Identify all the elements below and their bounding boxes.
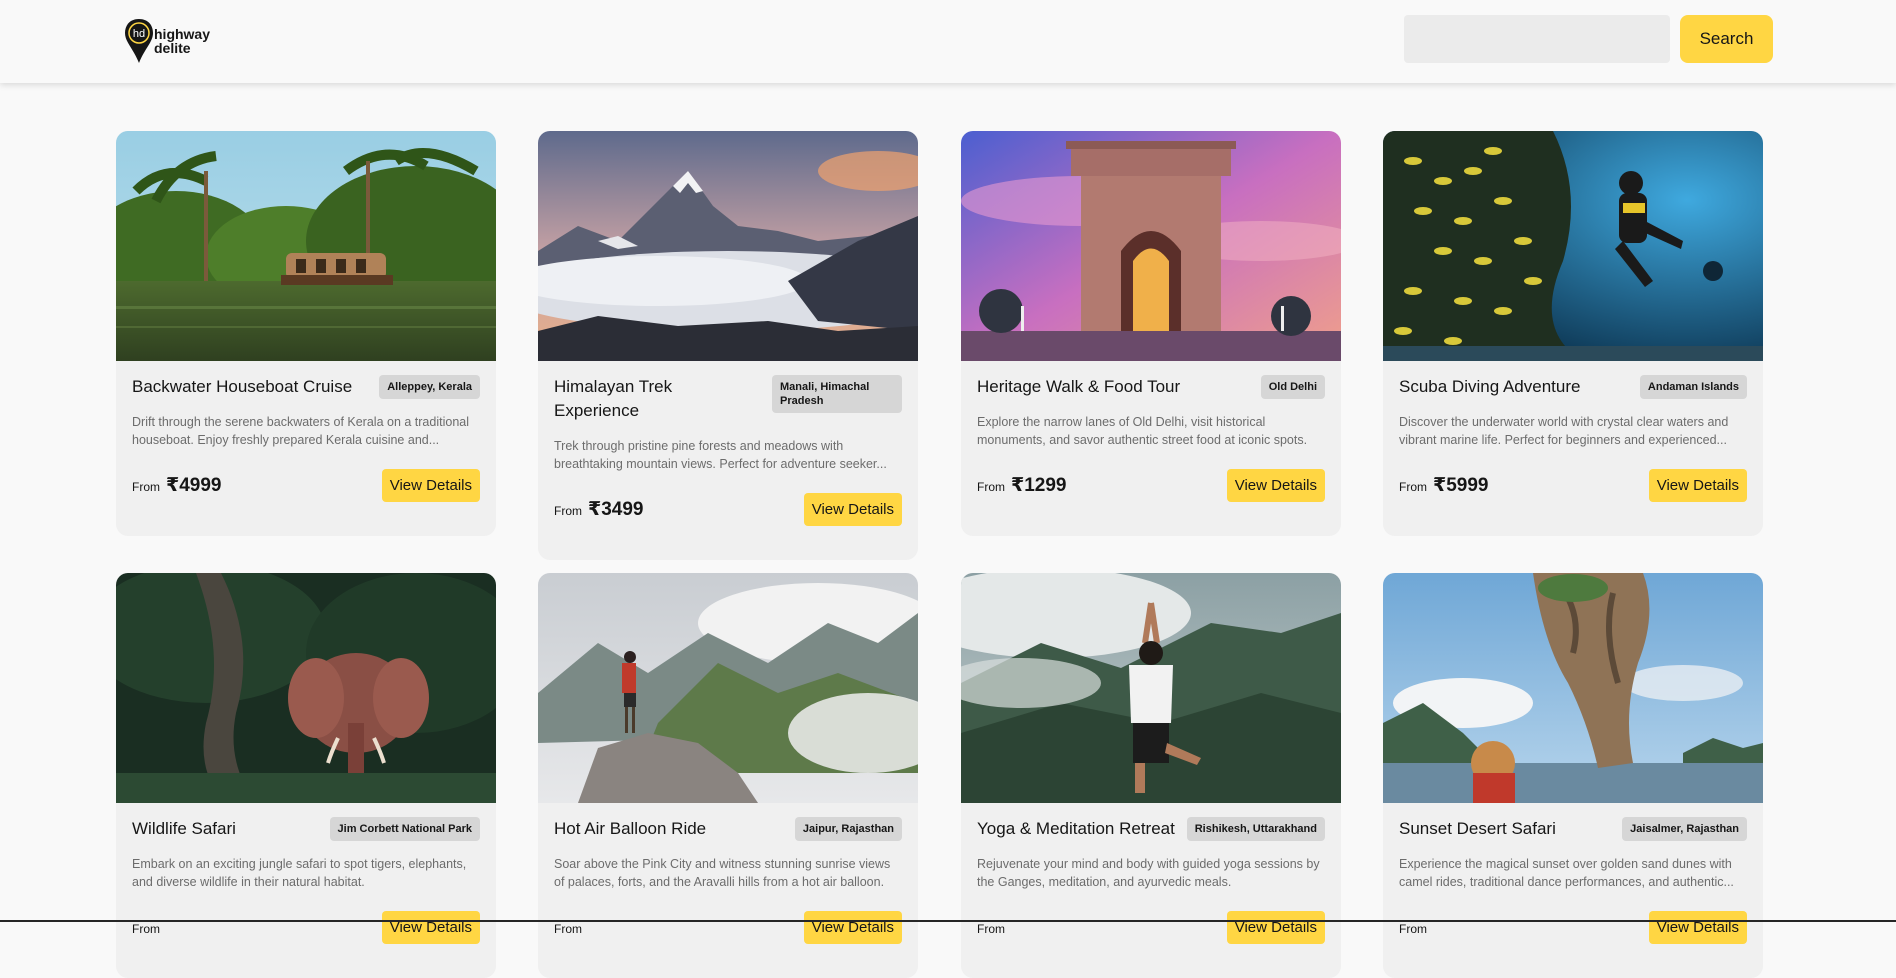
location-badge: Jaisalmer, Rajasthan <box>1622 817 1747 841</box>
location-badge: Manali, Himachal Pradesh <box>772 375 902 413</box>
price-value: ₹1299 <box>1011 475 1067 496</box>
card-image-scuba-diving[interactable] <box>1383 131 1763 361</box>
view-details-button[interactable]: View Details <box>381 911 480 944</box>
price-block: From ₹5999 <box>1399 474 1489 497</box>
price-block: From ₹4999 <box>132 474 222 497</box>
price-from-label: From <box>977 480 1005 494</box>
brand-logo[interactable]: hd highway delite <box>124 18 214 64</box>
price-from-label: From <box>554 504 582 518</box>
svg-text:hd: hd <box>133 28 145 40</box>
price-from-label: From <box>554 921 582 936</box>
card-title: Scuba Diving Adventure <box>1399 377 1581 396</box>
experience-card: Scuba Diving Adventure Andaman Islands D… <box>1383 131 1763 536</box>
search-input[interactable] <box>1404 15 1670 63</box>
price-value: ₹5999 <box>1433 475 1489 496</box>
card-title: Yoga & Meditation Retreat <box>977 819 1175 838</box>
view-details-button[interactable]: View Details <box>1226 911 1325 944</box>
logo-pin-icon: hd <box>125 19 153 63</box>
price-from-label: From <box>1399 921 1427 936</box>
experience-card: Himalayan Trek Experience Manali, Himach… <box>538 131 918 560</box>
card-title: Heritage Walk & Food Tour <box>977 377 1181 396</box>
card-description: Experience the magical sunset over golde… <box>1399 857 1734 889</box>
card-title: Backwater Houseboat Cruise <box>132 377 353 396</box>
card-description: Explore the narrow lanes of Old Delhi, v… <box>977 415 1308 447</box>
card-description: Discover the underwater world with cryst… <box>1399 415 1729 447</box>
location-badge: Jim Corbett National Park <box>329 817 480 841</box>
price-from-label: From <box>1399 480 1427 494</box>
experience-card: Hot Air Balloon Ride Jaipur, Rajasthan S… <box>538 573 918 978</box>
experience-card: Yoga & Meditation Retreat Rishikesh, Utt… <box>961 573 1341 978</box>
experience-card: Sunset Desert Safari Jaisalmer, Rajastha… <box>1383 573 1763 978</box>
card-description: Rejuvenate your mind and body with guide… <box>977 857 1320 889</box>
card-image-wildlife-safari[interactable] <box>116 573 496 803</box>
search-button[interactable]: Search <box>1680 15 1773 63</box>
view-details-button[interactable]: View Details <box>381 469 480 502</box>
price-from-label: From <box>132 480 160 494</box>
price-from-label: From <box>132 921 160 936</box>
experience-card: Heritage Walk & Food Tour Old Delhi Expl… <box>961 131 1341 536</box>
card-title: Himalayan Trek Experience <box>554 377 673 420</box>
card-title: Hot Air Balloon Ride <box>554 819 707 838</box>
price-from-label: From <box>977 921 1005 936</box>
card-image-heritage-walk[interactable] <box>961 131 1341 361</box>
price-block: From ₹1299 <box>977 474 1067 497</box>
price-block: From ₹3499 <box>554 498 644 521</box>
card-description: Drift through the serene backwaters of K… <box>132 415 469 447</box>
location-badge: Alleppey, Kerala <box>379 375 480 399</box>
view-details-button[interactable]: View Details <box>1226 469 1325 502</box>
brand-name-line2: delite <box>154 40 191 56</box>
location-badge: Jaipur, Rajasthan <box>794 817 902 841</box>
card-image-himalayan-trek[interactable] <box>538 131 918 361</box>
view-details-button[interactable]: View Details <box>803 911 902 944</box>
top-header: hd highway delite Search <box>0 0 1896 83</box>
view-details-button[interactable]: View Details <box>1648 911 1747 944</box>
location-badge: Rishikesh, Uttarakhand <box>1186 817 1325 841</box>
card-description: Trek through pristine pine forests and m… <box>554 439 887 471</box>
card-image-yoga-retreat[interactable] <box>961 573 1341 803</box>
brand-name-line1: highway <box>154 26 211 42</box>
card-image-hot-air-balloon[interactable] <box>538 573 918 803</box>
card-title: Sunset Desert Safari <box>1399 819 1556 838</box>
location-badge: Old Delhi <box>1260 375 1325 399</box>
card-title: Wildlife Safari <box>132 819 236 838</box>
location-badge: Andaman Islands <box>1639 375 1747 399</box>
experience-grid: Backwater Houseboat Cruise Alleppey, Ker… <box>0 0 1896 978</box>
experience-card: Wildlife Safari Jim Corbett National Par… <box>116 573 496 978</box>
card-image-desert-safari[interactable] <box>1383 573 1763 803</box>
card-description: Soar above the Pink City and witness stu… <box>554 857 891 889</box>
experience-card: Backwater Houseboat Cruise Alleppey, Ker… <box>116 131 496 536</box>
view-details-button[interactable]: View Details <box>803 493 902 526</box>
view-details-button[interactable]: View Details <box>1648 469 1747 502</box>
card-image-backwater-houseboat[interactable] <box>116 131 496 361</box>
price-value: ₹3499 <box>588 499 644 520</box>
price-value: ₹4999 <box>166 475 222 496</box>
brand-name: highway delite <box>154 27 210 55</box>
card-description: Embark on an exciting jungle safari to s… <box>132 857 467 889</box>
